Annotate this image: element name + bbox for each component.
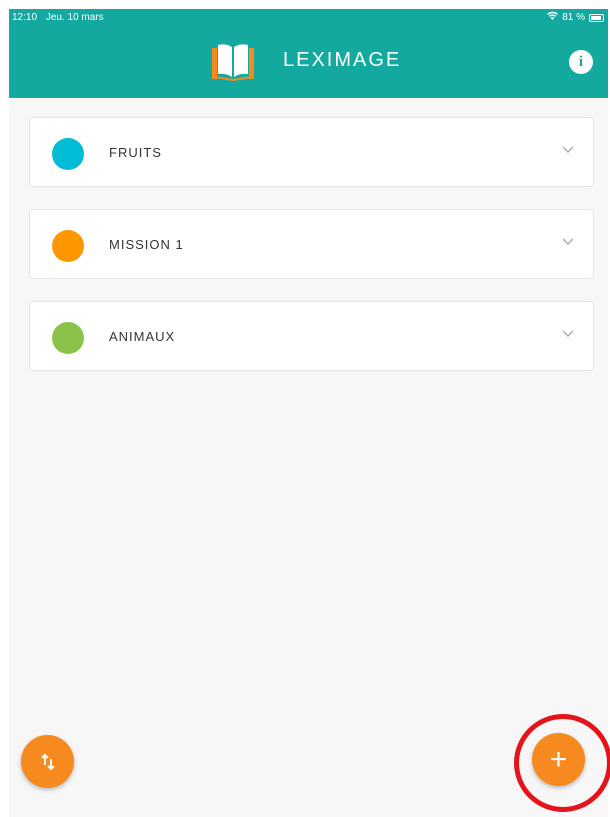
status-left: 12:10 Jeu. 10 mars bbox=[12, 9, 110, 27]
battery-icon bbox=[589, 14, 604, 22]
plus-icon: + bbox=[549, 742, 568, 776]
chevron-down-icon[interactable] bbox=[561, 326, 575, 340]
chevron-down-icon[interactable] bbox=[561, 234, 575, 248]
sort-button[interactable] bbox=[21, 735, 74, 788]
status-right: 81 % bbox=[547, 9, 604, 27]
category-color-dot bbox=[52, 230, 84, 262]
sort-arrows-icon bbox=[40, 753, 55, 770]
status-time: 12:10 bbox=[12, 12, 38, 23]
category-label: FRUITS bbox=[109, 145, 162, 160]
status-bar: 12:10 Jeu. 10 mars 81 % bbox=[9, 9, 608, 27]
add-button[interactable]: + bbox=[532, 733, 585, 786]
app-title: LEXIMAGE bbox=[283, 49, 402, 71]
book-icon bbox=[210, 42, 256, 81]
category-label: ANIMAUX bbox=[109, 329, 176, 344]
chevron-down-icon[interactable] bbox=[561, 142, 575, 156]
category-card-mission-1[interactable]: MISSION 1 bbox=[29, 209, 594, 279]
category-color-dot bbox=[52, 322, 84, 354]
app-header: 12:10 Jeu. 10 mars 81 % LEXIMAGE i bbox=[9, 9, 608, 98]
category-card-animaux[interactable]: ANIMAUX bbox=[29, 301, 594, 371]
battery-percentage: 81 % bbox=[562, 12, 585, 23]
category-color-dot bbox=[52, 138, 84, 170]
info-icon[interactable]: i bbox=[569, 50, 593, 74]
category-card-fruits[interactable]: FRUITS bbox=[29, 117, 594, 187]
wifi-icon bbox=[547, 9, 559, 27]
app-screen: 12:10 Jeu. 10 mars 81 % LEXIMAGE i FRUIT… bbox=[9, 9, 608, 817]
category-label: MISSION 1 bbox=[109, 237, 184, 252]
status-date: Jeu. 10 mars bbox=[45, 12, 104, 23]
